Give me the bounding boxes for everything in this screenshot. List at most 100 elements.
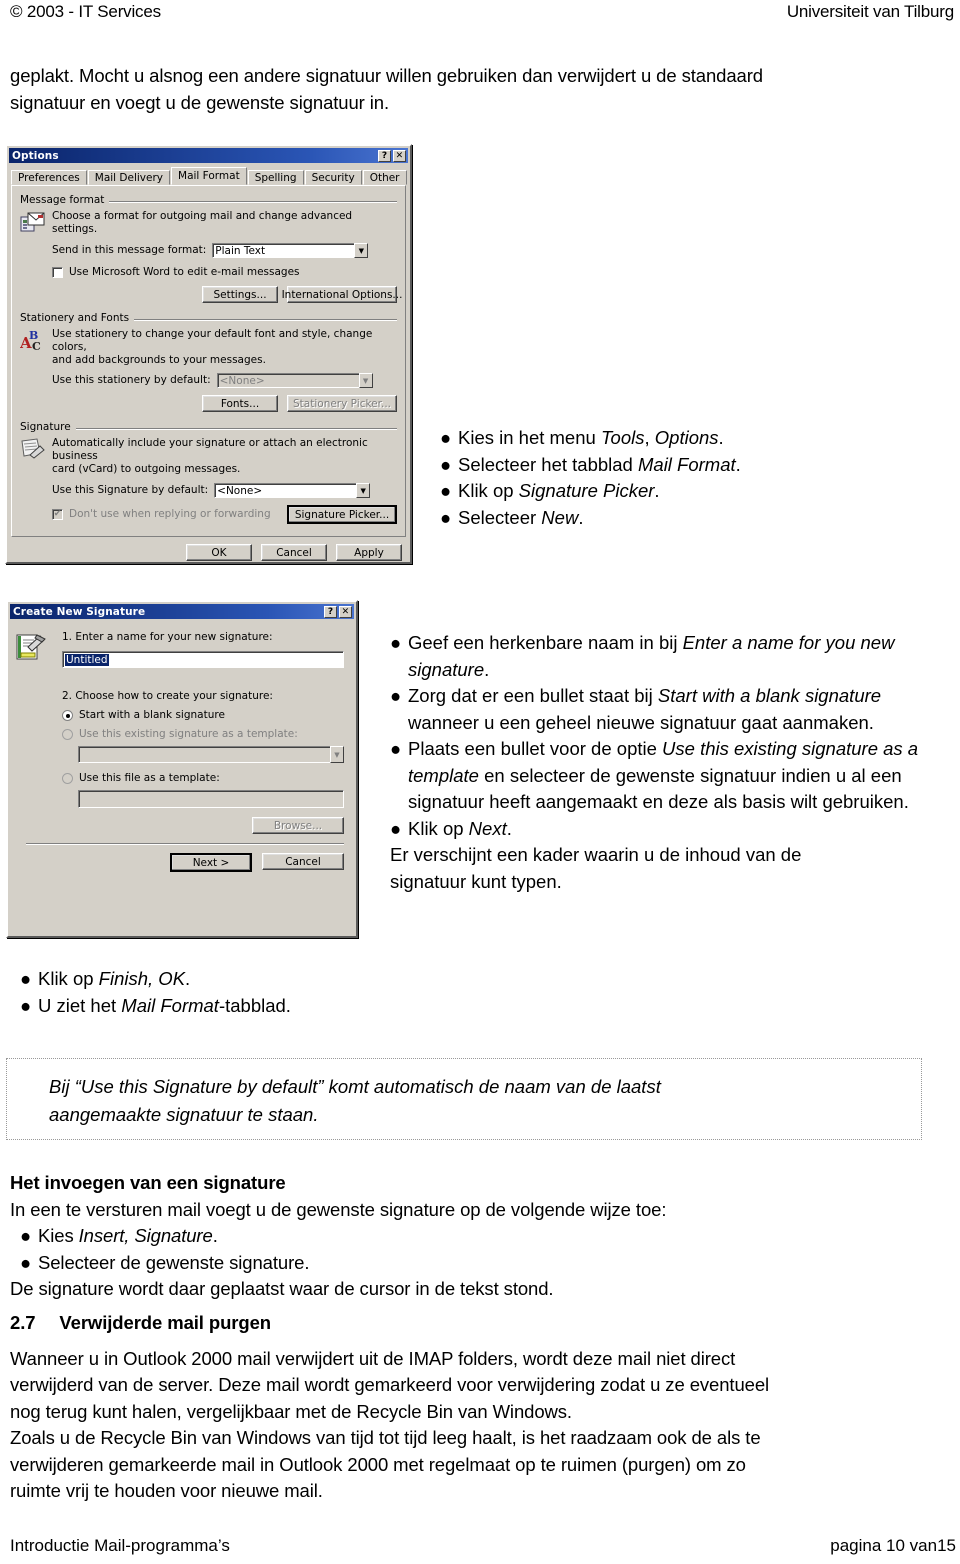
list-item-label: Selecteer het tabblad Mail Format. [458,453,741,475]
tab-spelling[interactable]: Spelling [247,170,304,185]
international-options-button[interactable]: International Options... [282,286,402,303]
purge-section-number: 2.7 [10,1312,36,1333]
apply-button[interactable]: Apply [336,544,402,561]
purge-line-5: verwijderen gemarkeerde mail in Outlook … [10,1453,746,1475]
purge-line-6: ruimte vrij te houden voor nieuwe mail. [10,1480,323,1501]
mail-format-tabpage: Message format Choose a format for outgo… [11,185,406,537]
list-item-label: Kies Insert, Signature. [38,1225,218,1246]
signature-picker-button[interactable]: Signature Picker... [287,505,397,524]
stationery-default-value: <None> [216,373,359,388]
signature-trailing-line-2: signatuur kunt typen. [390,870,562,892]
use-word-label: Use Microsoft Word to edit e-mail messag… [69,266,300,278]
signature-step1-label: 1. Enter a name for your new signature: [62,631,273,643]
close-icon[interactable]: ✕ [339,605,352,618]
signature-steps-list: ● Geef een herkenbare naam in bij Enter … [380,630,940,895]
note-callout-box: Bij “Use this Signature by default” komt… [6,1058,922,1140]
next-button[interactable]: Next > [170,853,252,872]
tab-mail-format[interactable]: Mail Format [171,167,247,185]
signature-name-value[interactable]: Untitled [65,653,109,666]
list-item-label: Plaats een bullet voor de optie Use this… [408,738,919,812]
send-format-combo[interactable]: Plain Text ▼ [212,243,369,258]
settings-button[interactable]: Settings... [202,286,278,303]
options-dialog-tabstrip: Preferences Mail Delivery Mail Format Sp… [11,167,407,185]
list-item: ● Klik op Finish, OK. [10,966,510,993]
list-item-label: Selecteer de gewenste signature. [38,1251,310,1273]
cancel-button[interactable]: Cancel [261,544,327,561]
insert-signature-section: Het invoegen van een signature In een te… [10,1170,910,1303]
dont-use-replying-label: Don't use when replying or forwarding [69,508,271,520]
signature-trailing-text: Er verschijnt een kader waarin u de inho… [380,842,940,895]
radio-start-blank[interactable] [62,710,73,721]
stationery-picker-button: Stationery Picker... [287,395,397,412]
list-item: ● Geef een herkenbare naam in bij Enter … [380,630,940,683]
list-item-label: Kies in het menu Tools, Options. [458,427,724,448]
close-icon[interactable]: ✕ [393,149,406,162]
signature-cancel-button[interactable]: Cancel [262,853,344,870]
signature-description-line-1: Automatically include your signature or … [52,437,368,462]
insert-section-intro: In een te versturen mail voegt u de gewe… [10,1198,667,1220]
existing-signature-combo: ▼ [78,746,344,763]
radio-use-file [62,773,73,784]
signature-pen-icon [20,437,46,461]
signature-dialog-titlebar: Create New Signature ? ✕ [10,604,354,619]
purge-section-paragraph: Wanneer u in Outlook 2000 mail verwijder… [10,1346,940,1505]
stationery-default-combo[interactable]: <None> ▼ [216,373,373,388]
signature-name-input[interactable]: Untitled [62,651,344,668]
signature-default-combo[interactable]: <None> ▼ [214,483,371,498]
signature-default-label: Use this Signature by default: [52,484,209,496]
list-item-label: Zorg dat er een bullet staat bij Start w… [408,685,882,733]
list-item-label: Klik op Finish, OK. [38,968,191,989]
send-format-value[interactable]: Plain Text [212,243,355,258]
purge-line-1: Wanneer u in Outlook 2000 mail verwijder… [10,1347,736,1369]
use-word-checkbox[interactable] [52,267,63,278]
note-line-2: aangemaakte signatuur te staan. [49,1104,319,1125]
message-format-group-label: Message format [20,194,110,206]
file-template-input [78,790,344,808]
bullet-icon: ● [20,1225,32,1246]
options-dialog: Options ? ✕ Preferences Mail Delivery Ma… [5,144,412,564]
stationery-abc-icon: A B C [19,328,46,353]
signature-description-line-2: card (vCard) to outgoing messages. [52,463,241,475]
bullet-icon: ● [440,480,452,501]
purge-line-2: verwijderd van de server. Deze mail word… [10,1374,770,1395]
insert-section-heading: Het invoegen van een signature [10,1172,286,1193]
tab-other[interactable]: Other [362,170,407,185]
chevron-down-icon[interactable]: ▼ [354,243,369,258]
list-item-label: Klik op Next. [408,817,512,839]
chevron-down-icon[interactable]: ▼ [356,483,371,498]
stationery-default-label: Use this stationery by default: [52,374,211,386]
page-header: © 2003 - IT Services Universiteit van Ti… [0,0,960,30]
footer-page-number: pagina 10 van15 [830,1536,956,1555]
page-footer: Introductie Mail-programma’s pagina 10 v… [0,1536,960,1556]
signature-default-value[interactable]: <None> [214,483,357,498]
bullet-icon: ● [390,817,402,839]
bullet-icon: ● [390,738,402,759]
fonts-button[interactable]: Fonts... [202,395,278,412]
university-name: Universiteit van Tilburg [786,2,954,21]
finish-steps-list: ● Klik op Finish, OK. ● U ziet het Mail … [10,966,510,1019]
intro-line-1: geplakt. Mocht u alsnog een andere signa… [10,65,763,86]
list-item-label: U ziet het Mail Format-tabblad. [38,994,291,1016]
signature-dialog-separator [26,843,344,845]
tab-security[interactable]: Security [304,170,362,185]
svg-text:C: C [32,340,41,352]
intro-line-2: signatuur en voegt u de gewenste signatu… [10,92,390,113]
dont-use-replying-checkbox: ✔ [52,509,63,520]
chevron-down-icon: ▼ [358,373,373,388]
signature-group: Signature Automatically include your sig… [20,421,397,524]
tab-mail-delivery[interactable]: Mail Delivery [87,170,171,185]
ok-button[interactable]: OK [186,544,252,561]
help-icon[interactable]: ? [324,605,337,618]
browse-button: Browse... [252,817,344,834]
signature-wizard-icon [16,631,62,834]
footer-document-title: Introductie Mail-programma’s [10,1536,230,1555]
help-icon[interactable]: ? [378,149,391,162]
bullet-icon: ● [440,453,452,475]
purge-line-4: Zoals u de Recycle Bin van Windows van t… [10,1427,761,1448]
purge-section-heading: 2.7 Verwijderde mail purgen [10,1310,940,1337]
radio-use-existing [62,729,73,740]
list-item: ● Plaats een bullet voor de optie Use th… [380,736,940,816]
tab-preferences[interactable]: Preferences [11,170,87,185]
existing-signature-value [78,746,330,763]
radio-start-blank-label: Start with a blank signature [79,709,225,721]
